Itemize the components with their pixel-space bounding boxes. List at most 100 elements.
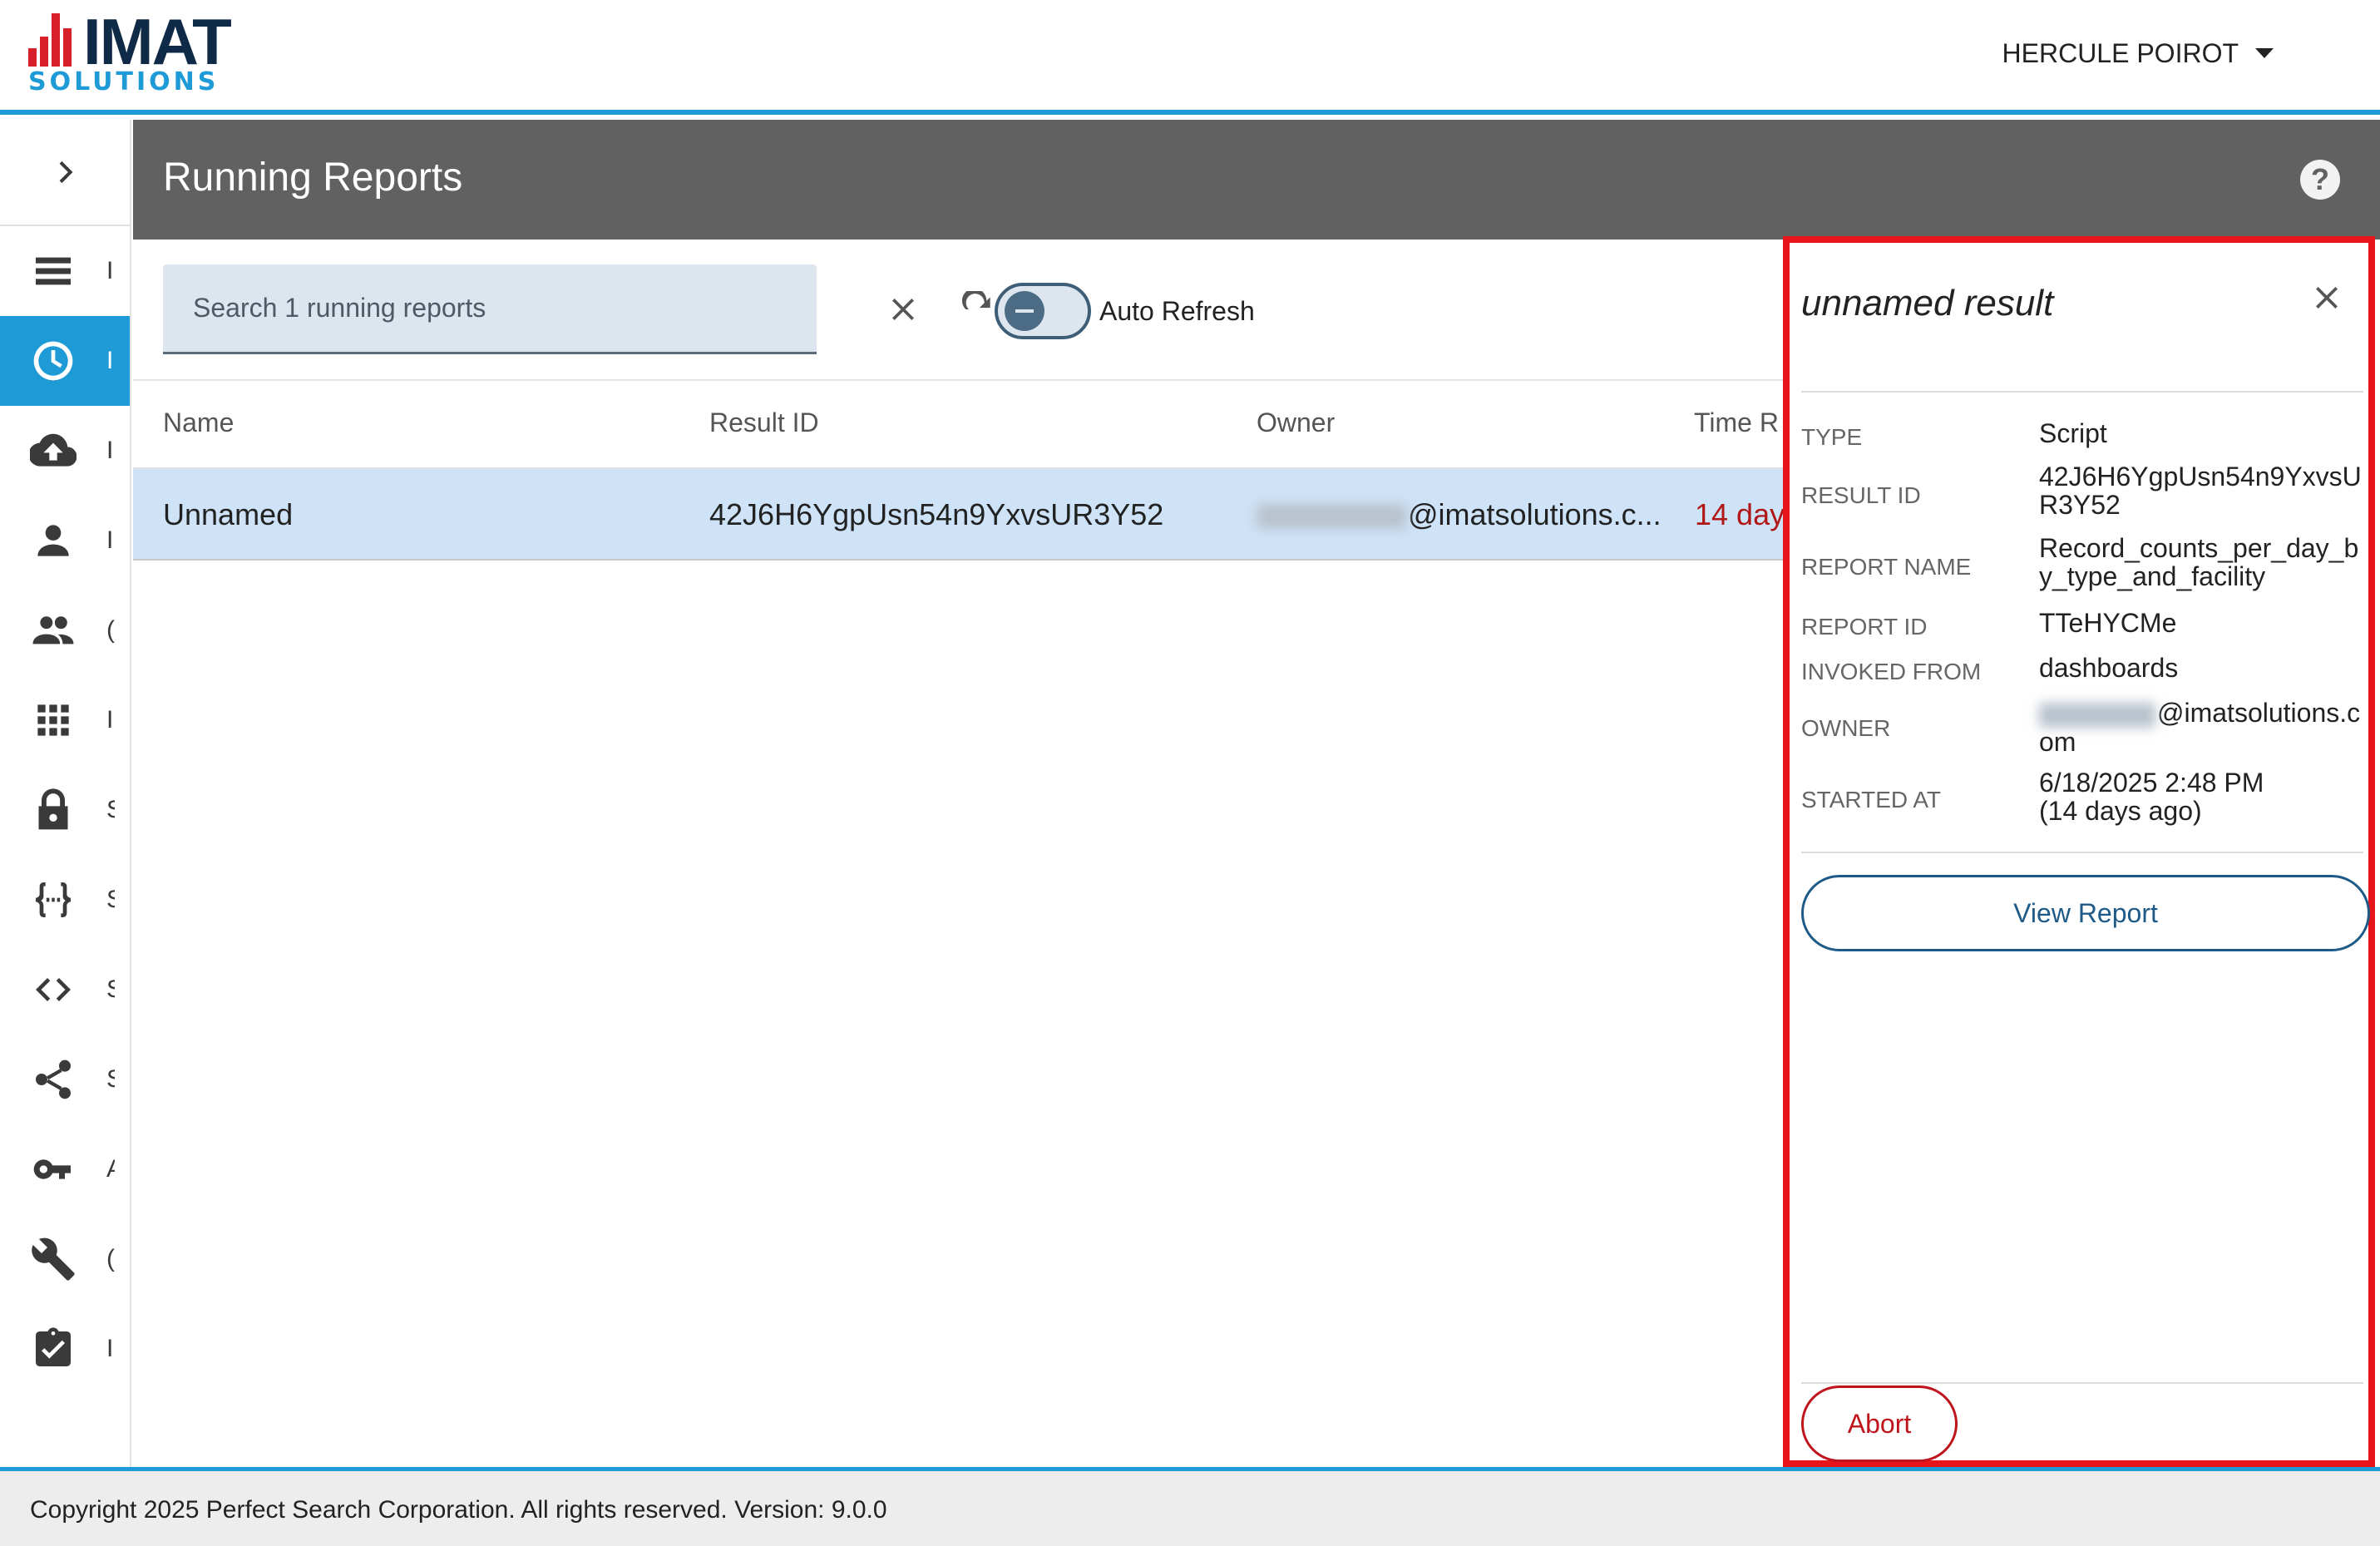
row-name: Unnamed bbox=[163, 497, 294, 531]
sidebar-item-label: S bbox=[106, 886, 115, 914]
field-label-type: TYPE bbox=[1801, 424, 1863, 450]
sidebar-item-scripts[interactable]: S bbox=[0, 945, 130, 1035]
redacted-blur bbox=[1257, 504, 1406, 530]
abort-button[interactable]: Abort bbox=[1801, 1385, 1958, 1462]
field-value-owner: @imatsolutions.com bbox=[2039, 699, 2363, 756]
field-label-result-id: RESULT ID bbox=[1801, 482, 1921, 508]
search-input[interactable] bbox=[163, 264, 817, 352]
field-label-invoked-from: INVOKED FROM bbox=[1801, 659, 1982, 684]
clock-icon bbox=[33, 341, 73, 381]
footer-copyright: Copyright 2025 Perfect Search Corporatio… bbox=[30, 1496, 887, 1524]
panel-title: unnamed result bbox=[1801, 283, 2054, 324]
sidebar-item-tasks[interactable]: I bbox=[0, 1304, 130, 1394]
key-icon bbox=[33, 1159, 71, 1179]
logo-word: IMAT bbox=[83, 5, 232, 78]
person-icon bbox=[37, 525, 69, 556]
sidebar-item-config[interactable]: ( bbox=[0, 1214, 130, 1304]
sidebar-item-label: I bbox=[106, 526, 114, 554]
column-header-owner[interactable]: Owner bbox=[1257, 407, 1335, 438]
close-icon bbox=[2316, 287, 2338, 309]
sidebar-item-label: I bbox=[106, 706, 114, 733]
logo-bars-icon bbox=[28, 13, 81, 67]
sidebar-item-label: S bbox=[106, 796, 115, 824]
close-panel-button[interactable] bbox=[2303, 274, 2350, 321]
toolbar: Auto Refresh bbox=[133, 240, 1783, 381]
sidebar-item-groups[interactable]: ( bbox=[0, 585, 130, 675]
page-title: Running Reports bbox=[163, 156, 463, 200]
footer: Copyright 2025 Perfect Search Corporatio… bbox=[0, 1467, 2380, 1546]
redacted-blur bbox=[2039, 702, 2155, 728]
sidebar-item-label: ( bbox=[106, 616, 115, 644]
wrench-icon bbox=[32, 1237, 75, 1281]
field-value-result-id: 42J6H6YgpUsn54n9YxvsUR3Y52 bbox=[2039, 462, 2362, 520]
field-value-invoked-from: dashboards bbox=[2039, 653, 2179, 683]
report-detail-panel: unnamed result TYPE Script RESULT ID 42J… bbox=[1783, 236, 2375, 1467]
sidebar-item-upload[interactable]: I bbox=[0, 406, 130, 496]
field-label-started-at: STARTED AT bbox=[1801, 787, 1942, 813]
row-result-id: 42J6H6YgpUsn54n9YxvsUR3Y52 bbox=[709, 497, 1164, 531]
sidebar-item-apps[interactable]: I bbox=[0, 675, 130, 765]
sidebar-item-user[interactable]: I bbox=[0, 496, 130, 585]
search-box bbox=[163, 264, 817, 354]
table-row[interactable]: Unnamed 42J6H6YgpUsn54n9YxvsUR3Y52 @imat… bbox=[133, 469, 1785, 561]
row-owner: @imatsolutions.c... bbox=[1257, 497, 1662, 532]
imat-logo[interactable]: IMAT SOLUTIONS bbox=[28, 8, 261, 96]
sidebar-item-label: I bbox=[106, 257, 114, 284]
sidebar-item-security[interactable]: S bbox=[0, 765, 130, 855]
auto-refresh-label: Auto Refresh bbox=[1099, 296, 1255, 326]
list-icon bbox=[36, 257, 71, 285]
column-header-name[interactable]: Name bbox=[163, 407, 234, 438]
caret-down-icon bbox=[2255, 48, 2274, 58]
sidebar-item-sharing[interactable]: S bbox=[0, 1035, 130, 1124]
auto-refresh-toggle[interactable] bbox=[995, 283, 1091, 339]
table-header: Name Result ID Owner Time R bbox=[133, 383, 1783, 469]
sidebar-expand-button[interactable] bbox=[0, 120, 130, 226]
divider bbox=[1801, 852, 2363, 853]
field-value-started-at: 6/18/2025 2:48 PM (14 days ago) bbox=[2039, 768, 2264, 826]
sidebar-item-label: S bbox=[106, 976, 115, 1004]
field-value-report-name: Record_counts_per_day_by_type_and_facili… bbox=[2039, 533, 2359, 591]
sidebar-item-label: ( bbox=[106, 1245, 115, 1272]
sidebar: I I I I ( I S S S S A ( bbox=[0, 120, 131, 1467]
row-time: 14 day bbox=[1695, 497, 1785, 531]
logo-subtitle: SOLUTIONS bbox=[28, 67, 220, 96]
field-label-report-id: REPORT ID bbox=[1801, 614, 1928, 640]
divider bbox=[1801, 1382, 2363, 1384]
sidebar-item-api-keys[interactable]: A bbox=[0, 1124, 130, 1214]
code-icon bbox=[36, 978, 71, 1001]
field-value-report-id: TTeHYCMe bbox=[2039, 608, 2177, 638]
close-icon bbox=[892, 299, 914, 320]
chevron-right-icon bbox=[59, 161, 73, 184]
braces-icon bbox=[36, 882, 71, 917]
share-icon bbox=[36, 1059, 71, 1099]
sidebar-item-label: I bbox=[106, 1335, 114, 1362]
field-label-report-name: REPORT NAME bbox=[1801, 554, 1972, 580]
field-label-owner: OWNER bbox=[1801, 715, 1891, 741]
sidebar-item-label: I bbox=[106, 347, 114, 374]
sidebar-item-running-reports[interactable]: I bbox=[0, 316, 130, 406]
sidebar-item-label: S bbox=[106, 1065, 115, 1094]
row-owner-domain: @imatsolutions.c... bbox=[1408, 497, 1662, 531]
help-icon[interactable]: ? bbox=[2300, 160, 2340, 200]
field-value-type: Script bbox=[2039, 418, 2107, 448]
people-icon bbox=[32, 616, 74, 645]
running-reports-table: Name Result ID Owner Time R Unnamed 42J6… bbox=[133, 383, 1785, 561]
apps-grid-icon bbox=[37, 704, 69, 736]
column-header-time[interactable]: Time R bbox=[1694, 407, 1779, 438]
sidebar-item-label: I bbox=[106, 437, 114, 464]
user-name: HERCULE POIROT bbox=[2002, 37, 2239, 68]
sidebar-item-schemas[interactable]: S bbox=[0, 855, 130, 945]
page-header: Running Reports ? bbox=[133, 120, 2380, 240]
sidebar-item-list[interactable]: I bbox=[0, 226, 130, 316]
cloud-upload-icon bbox=[30, 433, 77, 467]
sidebar-item-label: A bbox=[106, 1155, 115, 1183]
divider bbox=[1801, 391, 2363, 393]
refresh-icon bbox=[961, 291, 990, 309]
top-header: IMAT SOLUTIONS HERCULE POIROT bbox=[0, 0, 2380, 115]
clipboard-check-icon bbox=[36, 1327, 71, 1366]
view-report-button[interactable]: View Report bbox=[1801, 875, 2370, 951]
lock-icon bbox=[38, 788, 68, 830]
user-menu[interactable]: HERCULE POIROT bbox=[2002, 33, 2274, 73]
column-header-result-id[interactable]: Result ID bbox=[709, 407, 819, 438]
clear-search-button[interactable] bbox=[873, 279, 933, 339]
